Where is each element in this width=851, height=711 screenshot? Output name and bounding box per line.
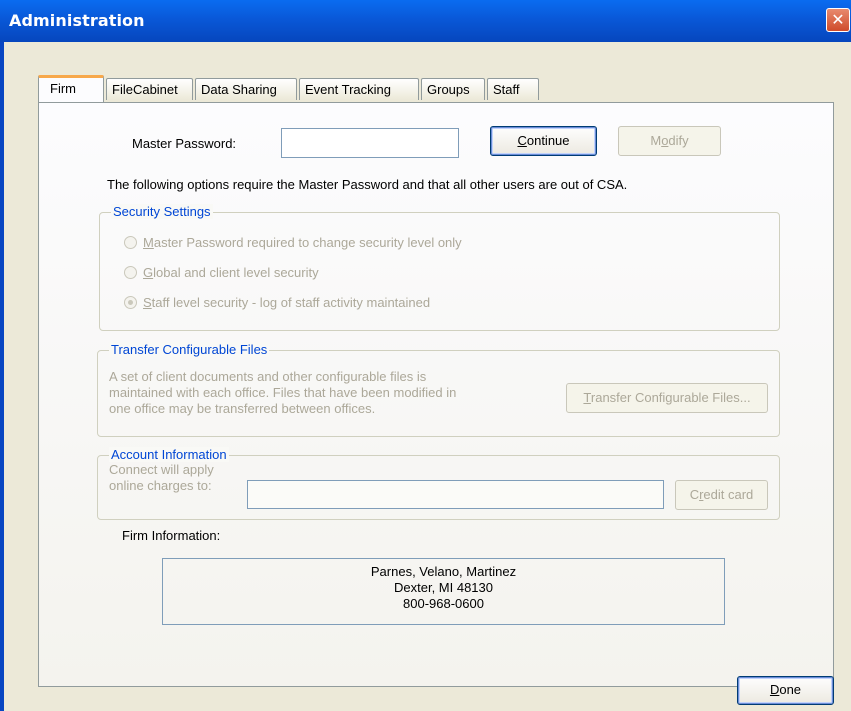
- continue-accelerator: C: [517, 133, 527, 148]
- security-option-master-only-radio[interactable]: [124, 236, 137, 249]
- description-line: one office may be transferred between of…: [109, 401, 376, 416]
- close-button[interactable]: ✕: [826, 8, 850, 32]
- security-option-master-only-label[interactable]: Master Password required to change secur…: [143, 235, 462, 250]
- tab-label: Data Sharing: [201, 82, 277, 97]
- option-text: aster Password required to change securi…: [153, 235, 462, 250]
- description-line: A set of client documents and other conf…: [109, 369, 427, 384]
- account-charges-input[interactable]: [247, 480, 664, 509]
- firm-tab-panel: Master Password: Continue Modify The fol…: [38, 102, 834, 687]
- radio-selected-dot: [128, 300, 133, 305]
- security-option-staff-level-radio[interactable]: [124, 296, 137, 309]
- account-charges-label: Connect will apply online charges to:: [109, 462, 214, 494]
- done-label: one: [779, 682, 802, 697]
- firm-information-box: Parnes, Velano, Martinez Dexter, MI 4813…: [162, 558, 725, 625]
- tab-label: FileCabinet: [112, 82, 178, 97]
- transfer-files-title: Transfer Configurable Files: [109, 342, 270, 357]
- account-label-line: online charges to:: [109, 478, 212, 493]
- security-option-staff-level-label[interactable]: Staff level security - log of staff acti…: [143, 295, 430, 310]
- continue-button[interactable]: Continue: [490, 126, 597, 156]
- transfer-files-description: A set of client documents and other conf…: [109, 369, 456, 417]
- tab-filecabinet[interactable]: FileCabinet: [106, 78, 193, 100]
- title-bar: Administration ✕: [0, 0, 851, 42]
- option-accelerator: M: [143, 235, 154, 250]
- transfer-accelerator: T: [583, 390, 591, 405]
- tab-label: Groups: [427, 82, 470, 97]
- option-accelerator: S: [143, 295, 152, 310]
- tab-groups[interactable]: Groups: [421, 78, 485, 100]
- firm-information-label: Firm Information:: [122, 528, 221, 543]
- firm-name: Parnes, Velano, Martinez: [370, 564, 517, 579]
- credit-card-label-start: C: [689, 487, 700, 502]
- firm-phone: 800-968-0600: [403, 596, 484, 611]
- tab-data-sharing[interactable]: Data Sharing: [195, 78, 297, 100]
- transfer-configurable-files-button[interactable]: Transfer Configurable Files...: [566, 383, 768, 413]
- tab-label: Firm: [50, 81, 76, 96]
- option-accelerator: G: [143, 265, 154, 280]
- tab-label: Event Tracking: [305, 82, 391, 97]
- close-icon: ✕: [831, 10, 845, 29]
- master-password-input[interactable]: [281, 128, 459, 158]
- option-text: lobal and client level security: [153, 265, 319, 280]
- done-button[interactable]: Done: [737, 676, 834, 705]
- master-password-label: Master Password:: [132, 136, 237, 151]
- transfer-label: ransfer Configurable Files...: [590, 390, 751, 405]
- security-settings-title: Security Settings: [111, 204, 213, 219]
- security-option-global-client-radio[interactable]: [124, 266, 137, 279]
- tab-event-tracking[interactable]: Event Tracking: [299, 78, 419, 100]
- option-text: taff level security - log of staff activ…: [151, 295, 431, 310]
- tab-staff[interactable]: Staff: [487, 78, 539, 100]
- modify-button[interactable]: Modify: [618, 126, 721, 156]
- tab-label: Staff: [493, 82, 520, 97]
- modify-label: dify: [668, 133, 689, 148]
- credit-card-button[interactable]: Credit card: [675, 480, 768, 510]
- window-title: Administration: [9, 11, 145, 30]
- continue-label: ontinue: [526, 133, 570, 148]
- security-option-global-client-label[interactable]: Global and client level security: [143, 265, 319, 280]
- credit-card-label: edit card: [703, 487, 754, 502]
- done-accelerator: D: [769, 682, 780, 697]
- master-password-notice: The following options require the Master…: [107, 177, 628, 192]
- modify-label-start: M: [650, 133, 662, 148]
- description-line: maintained with each office. Files that …: [109, 385, 457, 400]
- firm-address: Dexter, MI 48130: [394, 580, 493, 595]
- account-label-line: Connect will apply: [109, 462, 214, 477]
- account-information-title: Account Information: [109, 447, 229, 462]
- tab-firm[interactable]: Firm: [38, 75, 104, 102]
